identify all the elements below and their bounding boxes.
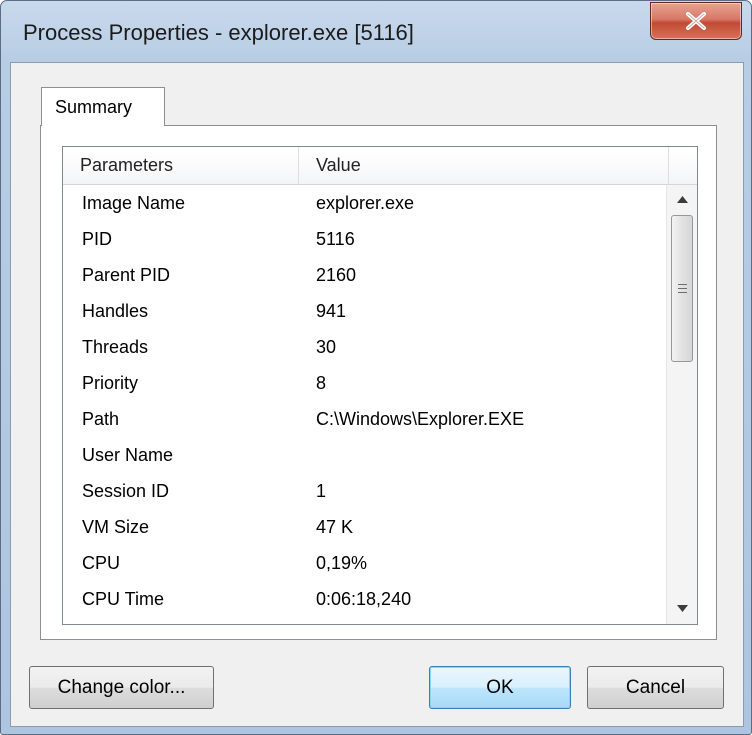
scroll-down-button[interactable] [667, 594, 697, 624]
parameter-value: C:\Windows\Explorer.EXE [316, 409, 525, 429]
dialog-client-area: Summary Parameters Value Image Name explo… [10, 62, 744, 727]
column-header-parameters[interactable]: Parameters [63, 147, 299, 184]
parameter-name: Threads [82, 337, 149, 357]
grip-line [678, 284, 687, 285]
parameter-name: Handles [82, 301, 149, 321]
parameter-name: Parent PID [82, 265, 171, 285]
summary-tab-panel: Parameters Value Image Name explorer.exe P… [40, 125, 717, 640]
list-item[interactable]: Threads 30 [63, 329, 669, 365]
parameter-value: 0:06:18,240 [316, 589, 412, 609]
scroll-thumb[interactable] [671, 215, 693, 362]
parameter-name: PID [82, 229, 113, 249]
list-item[interactable]: Path C:\Windows\Explorer.EXE [63, 401, 669, 437]
parameter-name: CPU Time [82, 589, 165, 609]
list-item[interactable]: Handles 941 [63, 293, 669, 329]
scroll-down-arrow-icon [677, 605, 688, 612]
change-color-button[interactable]: Change color... [29, 666, 214, 709]
list-item[interactable]: Parent PID 2160 [63, 257, 669, 293]
tab-summary[interactable]: Summary [41, 87, 165, 126]
list-item[interactable]: User Name [63, 437, 669, 473]
parameter-value: 47 K [316, 517, 354, 537]
parameter-value: 2160 [316, 265, 357, 285]
close-icon [686, 12, 706, 30]
parameter-name: Path [82, 409, 120, 429]
ok-button[interactable]: OK [429, 666, 571, 709]
parameter-name: VM Size [82, 517, 150, 537]
cancel-button[interactable]: Cancel [587, 666, 724, 709]
parameter-name: User Name [82, 445, 174, 465]
parameter-name: Session ID [82, 481, 170, 501]
parameter-value: 941 [316, 301, 347, 321]
process-properties-window: Process Properties - explorer.exe [5116]… [0, 0, 752, 735]
column-header-value[interactable]: Value [299, 147, 669, 184]
parameter-name: Image Name [82, 193, 186, 213]
properties-list[interactable]: Parameters Value Image Name explorer.exe P… [62, 146, 698, 625]
grip-line [678, 292, 687, 293]
list-item[interactable]: Session ID 1 [63, 473, 669, 509]
parameter-value: 30 [316, 337, 337, 357]
list-item[interactable]: Priority 8 [63, 365, 669, 401]
list-item[interactable]: VM Size 47 K [63, 509, 669, 545]
close-button[interactable] [650, 2, 742, 40]
tab-summary-label: Summary [55, 97, 133, 117]
list-item[interactable]: CPU 0,19% [63, 545, 669, 581]
scroll-up-arrow-icon [677, 196, 688, 203]
list-header: Parameters Value [63, 147, 697, 185]
list-rows: Image Name explorer.exe PID 5116 Parent PID 2… [63, 185, 669, 624]
scroll-up-button[interactable] [667, 185, 697, 215]
parameter-value: 1 [316, 481, 327, 501]
grip-line [678, 288, 687, 289]
list-item[interactable]: CPU Time 0:06:18,240 [63, 581, 669, 617]
parameter-value: 8 [316, 373, 327, 393]
parameter-name: CPU [82, 553, 121, 573]
parameter-value: explorer.exe [316, 193, 415, 213]
parameter-name: Priority [82, 373, 139, 393]
window-title: Process Properties - explorer.exe [5116] [23, 20, 414, 45]
vertical-scrollbar[interactable] [666, 185, 697, 624]
list-item[interactable]: PID 5116 [63, 221, 669, 257]
title-bar[interactable]: Process Properties - explorer.exe [5116] [1, 1, 751, 63]
list-item[interactable]: Image Name explorer.exe [63, 185, 669, 221]
parameter-value: 5116 [316, 229, 355, 249]
parameter-value: 0,19% [316, 553, 368, 573]
